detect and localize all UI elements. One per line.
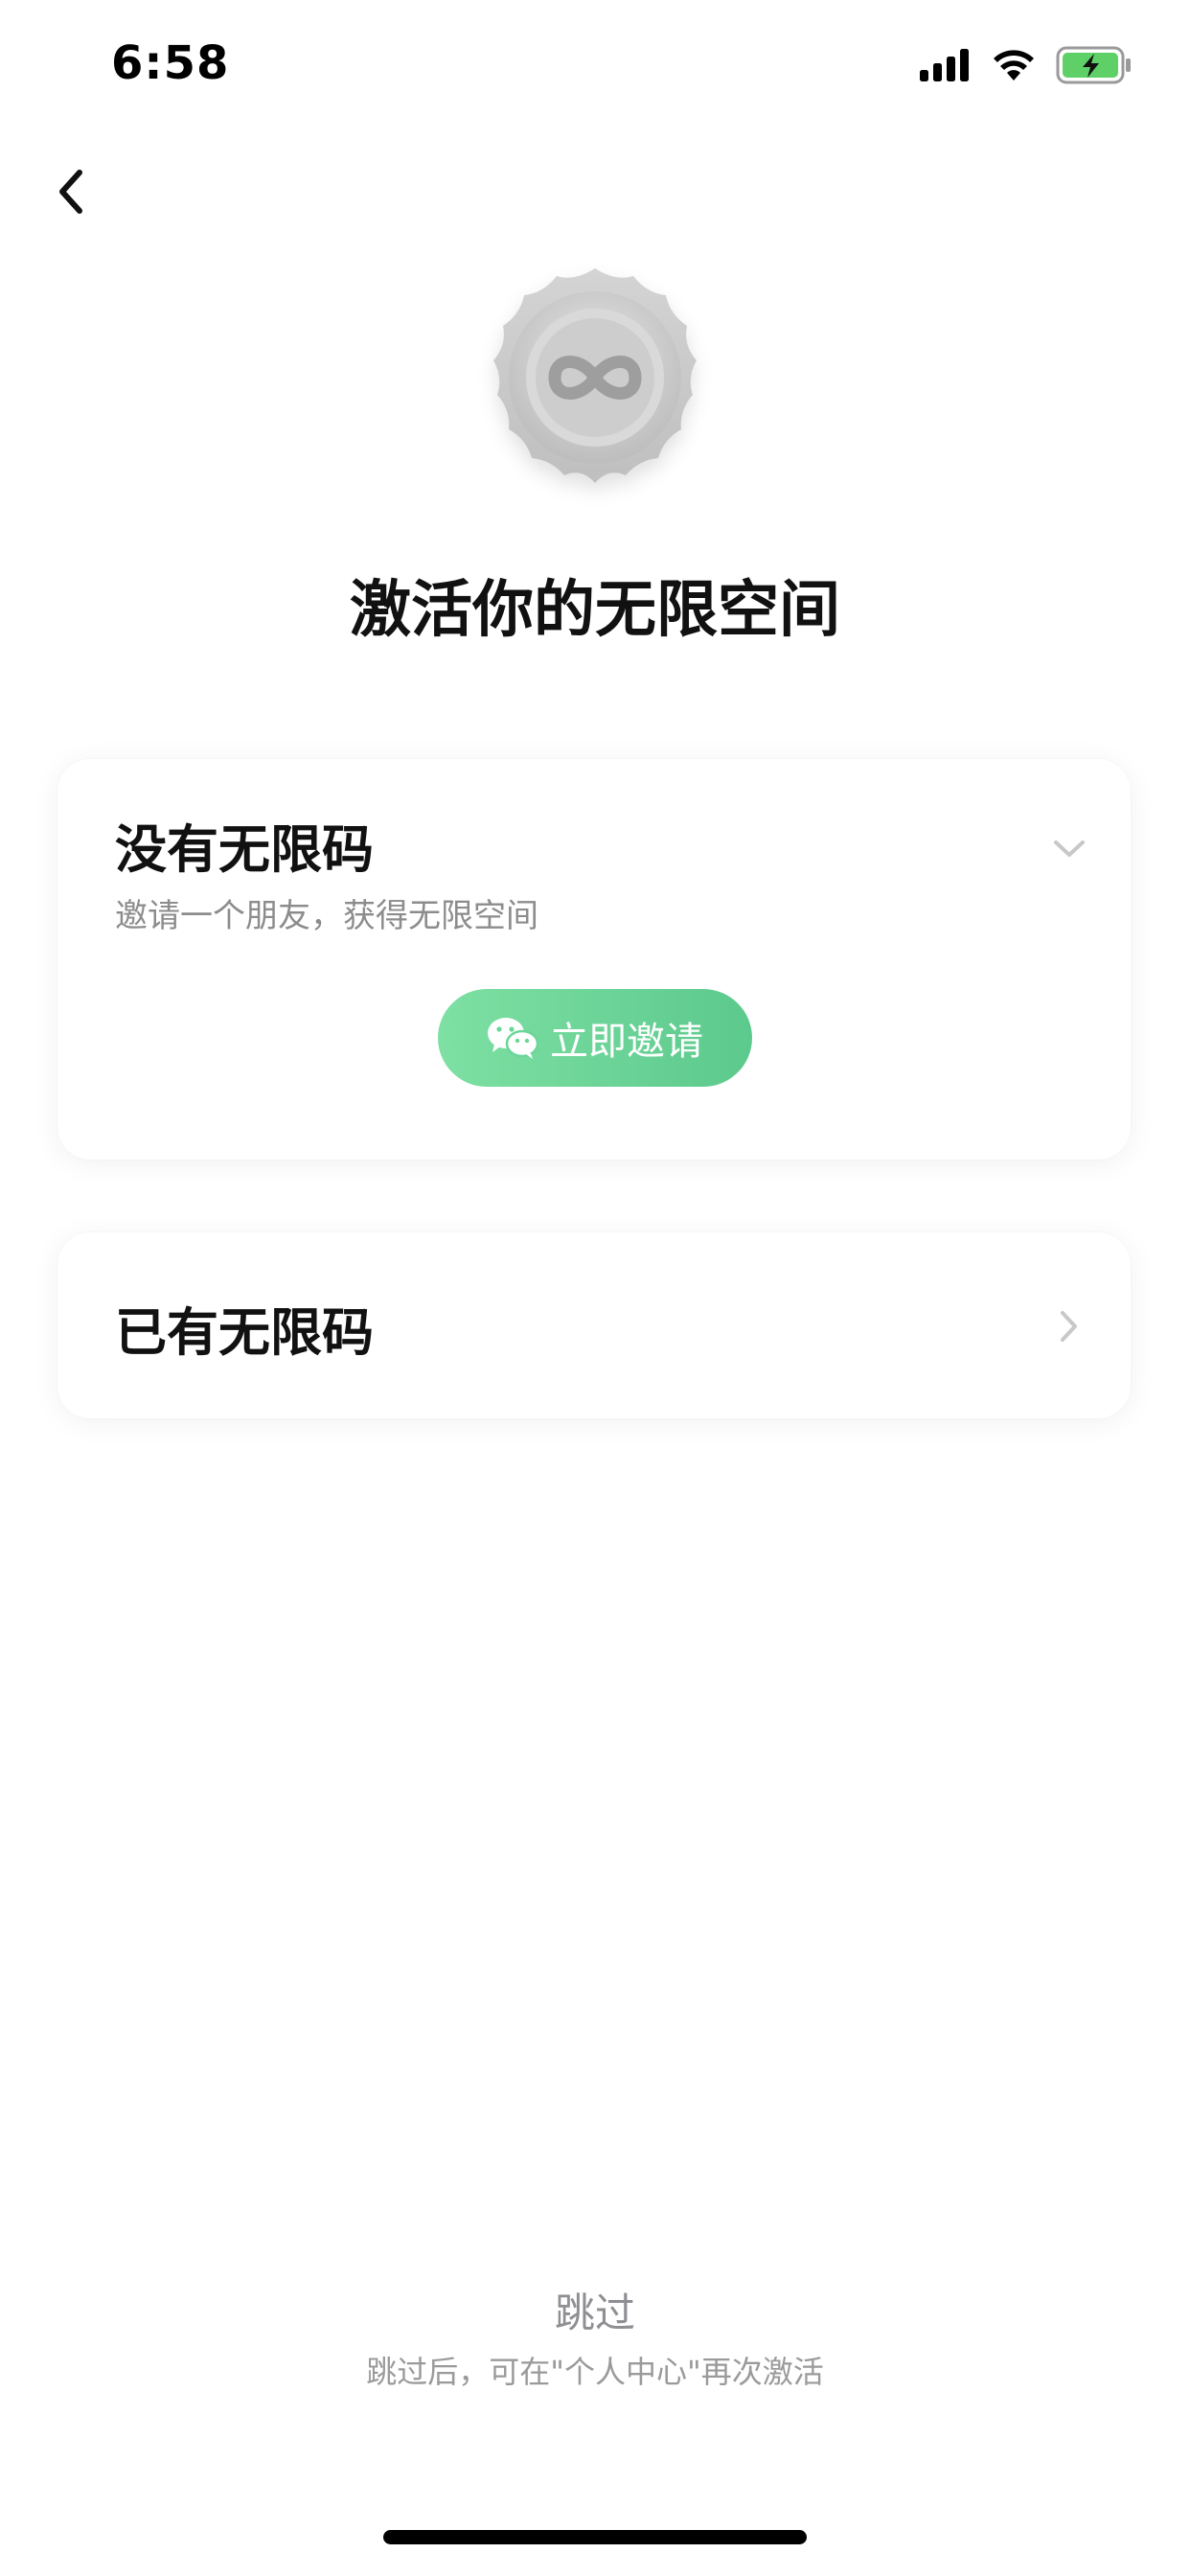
skip-button[interactable]: 跳过 [0, 2281, 1190, 2339]
have-code-row[interactable]: 已有无限码 [57, 1232, 1131, 1418]
collapse-toggle[interactable] [1048, 828, 1090, 870]
back-button[interactable] [44, 161, 98, 222]
invite-now-button[interactable]: 立即邀请 [438, 989, 752, 1087]
signal-icon [920, 49, 969, 81]
chevron-left-icon [59, 170, 82, 214]
have-code-title: 已有无限码 [115, 1302, 374, 1363]
chevron-right-icon [1061, 1311, 1077, 1342]
wechat-icon [488, 1018, 538, 1059]
have-code-chevron [1048, 1305, 1090, 1347]
invite-card-title: 没有无限码 [115, 819, 374, 880]
wifi-icon [994, 50, 1034, 80]
infinity-badge-icon [493, 268, 697, 483]
home-indicator [383, 2530, 807, 2544]
chevron-down-icon [1054, 840, 1085, 857]
page-title: 激活你的无限空间 [350, 575, 840, 646]
invite-card: 没有无限码 邀请一个朋友，获得无限空间 立即邀请 [57, 759, 1131, 1160]
status-icons [920, 42, 1133, 88]
battery-charging-icon [1056, 46, 1131, 84]
invite-card-subtitle: 邀请一个朋友，获得无限空间 [115, 897, 538, 935]
status-time: 6:58 [111, 36, 230, 90]
skip-hint: 跳过后，可在"个人中心"再次激活 [366, 2354, 824, 2390]
invite-now-label: 立即邀请 [550, 1020, 703, 1064]
